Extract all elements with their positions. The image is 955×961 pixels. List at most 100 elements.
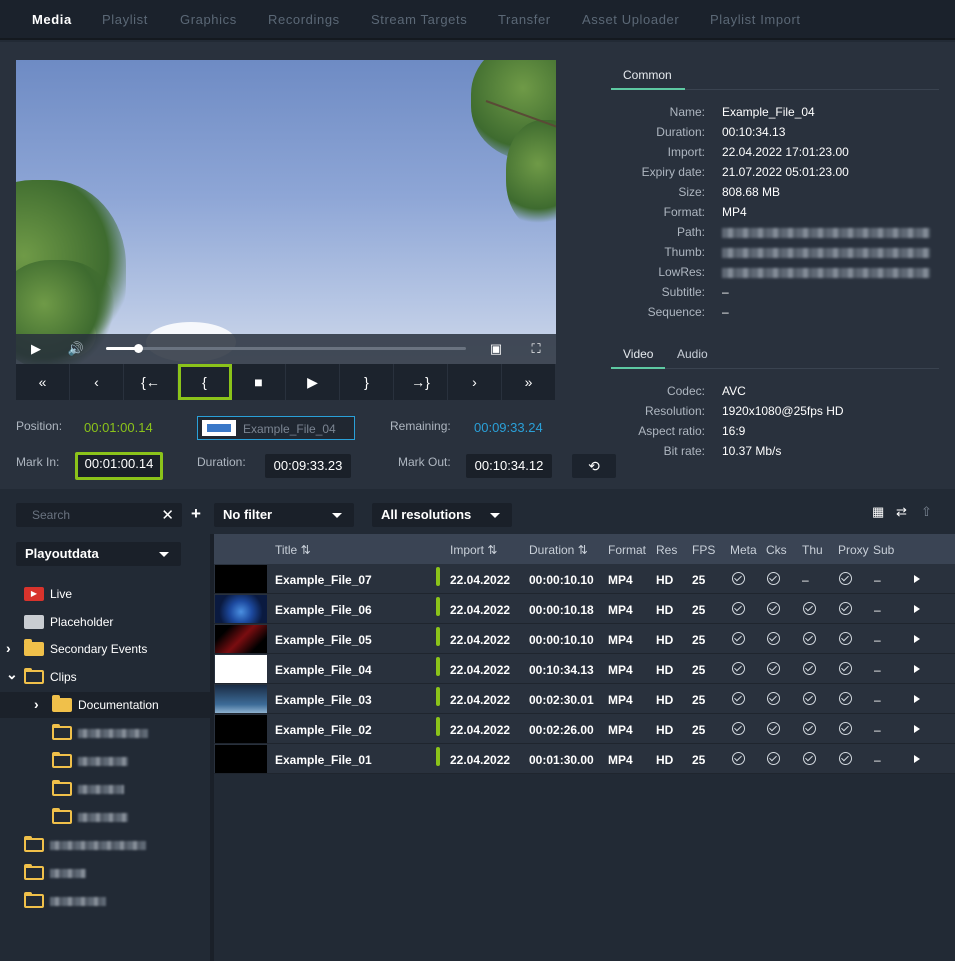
prop-key: Sequence:: [647, 305, 705, 319]
mark-in-field[interactable]: 00:01:00.14: [75, 452, 163, 480]
col-duration[interactable]: Duration ⇅: [529, 543, 588, 557]
tab-transfer[interactable]: Transfer: [498, 12, 551, 27]
table-row[interactable]: Example_File_06 22.04.2022 00:00:10.18 MP4 H…: [214, 594, 955, 624]
chevron-right-icon[interactable]: ›: [34, 696, 39, 712]
fast-forward-button[interactable]: »: [502, 364, 556, 400]
tab-asset-uploader[interactable]: Asset Uploader: [582, 12, 679, 27]
prop-value: AVC: [722, 384, 746, 398]
clear-search-icon[interactable]: ✕: [161, 506, 174, 524]
tab-playlist-import[interactable]: Playlist Import: [710, 12, 801, 27]
table-row[interactable]: Example_File_03 22.04.2022 00:02:30.01 MP4 H…: [214, 684, 955, 714]
step-back-button[interactable]: ‹: [70, 364, 124, 400]
top-navigation: Media Playlist Graphics Recordings Strea…: [0, 0, 955, 40]
tree-node-folder[interactable]: [52, 804, 128, 830]
tree-node-folder[interactable]: [24, 832, 146, 858]
col-thu[interactable]: Thu: [802, 543, 823, 557]
prop-key: Import:: [667, 145, 705, 159]
play-icon[interactable]: [914, 635, 920, 643]
duration-field[interactable]: 00:09:33.23: [265, 454, 351, 478]
volume-icon[interactable]: 🔊: [64, 334, 88, 364]
step-forward-button[interactable]: ›: [448, 364, 502, 400]
chevron-right-icon[interactable]: ›: [6, 640, 11, 656]
fast-rewind-button[interactable]: «: [16, 364, 70, 400]
table-row[interactable]: Example_File_02 22.04.2022 00:02:26.00 MP4 H…: [214, 714, 955, 744]
folder-icon: [24, 836, 44, 852]
tab-stream-targets[interactable]: Stream Targets: [371, 12, 467, 27]
filter-dropdown[interactable]: No filter: [214, 503, 354, 527]
col-res[interactable]: Res: [656, 543, 677, 557]
tab-common[interactable]: Common: [623, 68, 672, 82]
thu-check-icon: [803, 602, 816, 615]
col-meta[interactable]: Meta: [730, 543, 757, 557]
cell-sub: –: [874, 723, 881, 737]
play-icon[interactable]: ▶: [24, 334, 48, 364]
table-row[interactable]: Example_File_04 22.04.2022 00:10:34.13 MP4 H…: [214, 654, 955, 684]
tab-recordings[interactable]: Recordings: [268, 12, 340, 27]
play-icon[interactable]: [914, 695, 920, 703]
chevron-down-icon[interactable]: ⌄: [6, 666, 18, 683]
cell-sub: –: [874, 693, 881, 707]
col-proxy[interactable]: Proxy: [838, 543, 869, 557]
search-input[interactable]: [16, 503, 156, 527]
common-tab-divider: [685, 89, 939, 90]
set-mark-in-button[interactable]: {: [178, 364, 232, 400]
cell-sub: –: [874, 753, 881, 767]
upload-icon[interactable]: ⇧: [921, 504, 932, 520]
col-sub[interactable]: Sub: [873, 543, 894, 557]
tree-node-placeholder[interactable]: Placeholder: [24, 609, 113, 635]
set-mark-out-button[interactable]: }: [340, 364, 394, 400]
cell-format: MP4: [608, 573, 633, 587]
tree-node-secondary-events[interactable]: Secondary Events: [24, 636, 147, 662]
col-fps[interactable]: FPS: [692, 543, 715, 557]
tree-node-folder[interactable]: [52, 776, 124, 802]
tree-node-live[interactable]: ▶ Live: [24, 581, 72, 607]
tab-graphics[interactable]: Graphics: [180, 12, 237, 27]
tree-node-folder[interactable]: [24, 860, 86, 886]
grid-view-icon[interactable]: ▦: [872, 504, 884, 520]
seek-bar[interactable]: [106, 344, 466, 353]
stop-button[interactable]: ■: [232, 364, 286, 400]
play-button[interactable]: ▶: [286, 364, 340, 400]
tab-audio[interactable]: Audio: [677, 347, 708, 361]
cks-check-icon: [767, 752, 780, 765]
picture-in-picture-icon[interactable]: ▣: [484, 334, 508, 364]
tree-node-documentation[interactable]: Documentation: [0, 692, 210, 718]
col-cks[interactable]: Cks: [766, 543, 787, 557]
tree-node-folder[interactable]: [24, 888, 106, 914]
col-title[interactable]: Title ⇅: [275, 543, 311, 557]
table-row[interactable]: Example_File_07 22.04.2022 00:00:10.10 MP4 H…: [214, 564, 955, 594]
col-import[interactable]: Import ⇅: [450, 543, 497, 557]
video-preview[interactable]: [16, 60, 556, 364]
cell-res: HD: [656, 663, 674, 677]
tree-node-label: Documentation: [78, 698, 159, 712]
mark-out-field[interactable]: 00:10:34.12: [466, 454, 552, 478]
play-icon[interactable]: [914, 605, 920, 613]
cell-import: 22.04.2022: [450, 603, 511, 617]
cell-res: HD: [656, 723, 674, 737]
resolution-dropdown[interactable]: All resolutions: [372, 503, 512, 527]
goto-mark-in-button[interactable]: {←: [124, 364, 178, 400]
play-icon[interactable]: [914, 665, 920, 673]
tab-playlist[interactable]: Playlist: [102, 12, 148, 27]
clip-name-field[interactable]: Example_File_04: [197, 416, 355, 440]
add-icon[interactable]: +: [191, 504, 201, 524]
tree-node-folder[interactable]: [52, 720, 148, 746]
play-icon[interactable]: [914, 575, 920, 583]
tree-node-folder[interactable]: [52, 748, 128, 774]
table-row[interactable]: Example_File_01 22.04.2022 00:01:30.00 MP4 H…: [214, 744, 955, 774]
refresh-icon[interactable]: ⇄: [896, 504, 907, 520]
play-icon[interactable]: [914, 725, 920, 733]
goto-mark-out-button[interactable]: →}: [394, 364, 448, 400]
tree-node-clips[interactable]: Clips: [24, 664, 77, 690]
tab-media[interactable]: Media: [32, 12, 72, 27]
status-indicator: [436, 717, 440, 736]
prop-key: Format:: [663, 205, 705, 219]
play-icon[interactable]: [914, 755, 920, 763]
tab-video[interactable]: Video: [623, 347, 653, 361]
col-format[interactable]: Format: [608, 543, 646, 557]
fullscreen-icon[interactable]: ⛶: [524, 334, 548, 364]
seek-handle[interactable]: [134, 344, 144, 353]
table-row[interactable]: Example_File_05 22.04.2022 00:00:10.10 MP4 H…: [214, 624, 955, 654]
storage-dropdown[interactable]: Playoutdata: [16, 542, 181, 566]
prop-key: LowRes:: [658, 265, 705, 279]
